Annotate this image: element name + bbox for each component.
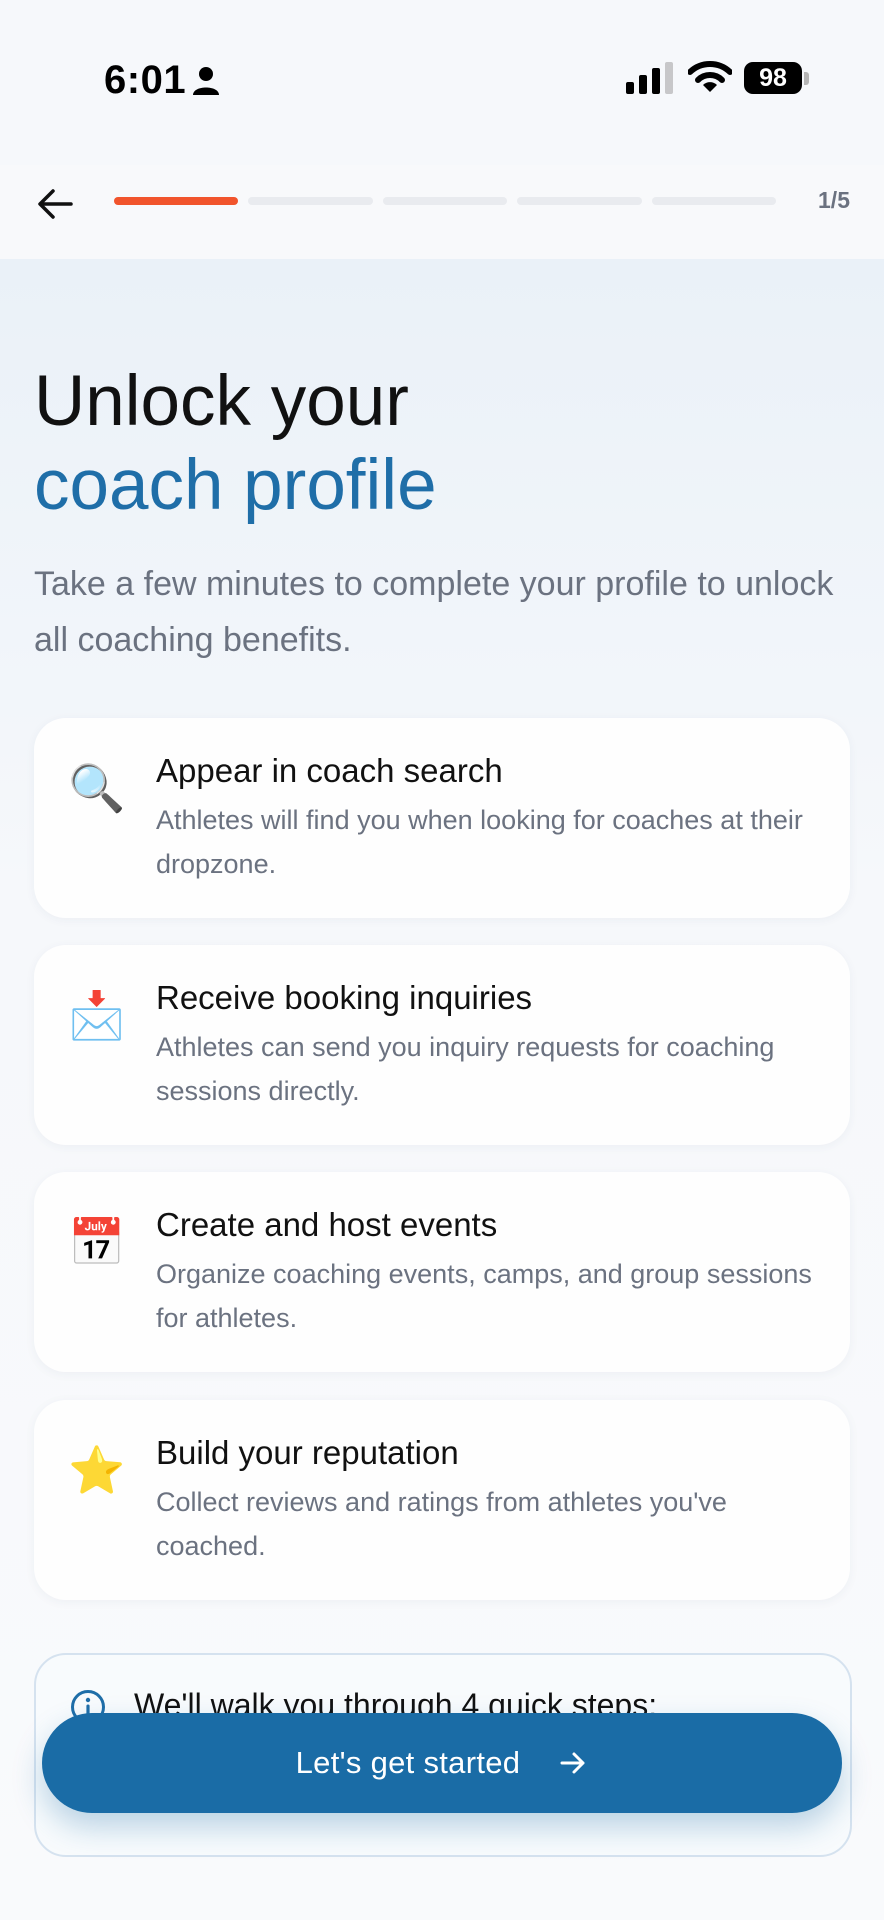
- benefit-description: Organize coaching events, camps, and gro…: [156, 1259, 812, 1333]
- person-icon: [193, 67, 219, 95]
- status-bar: 6:01 98: [0, 0, 884, 165]
- page-title-line1: Unlock your: [34, 362, 409, 441]
- cellular-signal-icon: [626, 62, 673, 94]
- benefit-card-search: 🔍 Appear in coach search Athletes will f…: [34, 718, 850, 918]
- benefit-description: Collect reviews and ratings from athlete…: [156, 1487, 727, 1561]
- arrow-right-icon: [560, 1752, 585, 1774]
- benefit-card-reputation: ⭐ Build your reputation Collect reviews …: [34, 1400, 850, 1600]
- back-button[interactable]: [30, 179, 80, 229]
- page-title-line2: coach profile: [34, 446, 437, 525]
- get-started-label: Let's get started: [295, 1745, 521, 1780]
- wifi-icon: [688, 61, 732, 92]
- benefit-title: Build your reputation: [156, 1434, 459, 1471]
- envelope-icon: 📩: [68, 989, 126, 1041]
- progress-segment-1: [114, 197, 239, 205]
- benefit-description: Athletes will find you when looking for …: [156, 805, 803, 879]
- page-subtitle: Take a few minutes to complete your prof…: [34, 565, 834, 659]
- battery-icon: 98: [744, 62, 810, 96]
- progress-segment-5: [651, 197, 777, 205]
- benefit-card-events: 📅 Create and host events Organize coachi…: [34, 1172, 850, 1372]
- battery-cap: [804, 72, 809, 85]
- benefit-title: Receive booking inquiries: [156, 979, 533, 1016]
- onboarding-header: 1/5: [0, 165, 884, 259]
- magnifying-glass-icon: 🔍: [68, 762, 126, 814]
- get-started-button[interactable]: Let's get started: [42, 1713, 842, 1813]
- star-icon: ⭐: [68, 1444, 126, 1496]
- progress-bar: [114, 197, 777, 205]
- benefit-description: Athletes can send you inquiry requests f…: [156, 1032, 775, 1106]
- progress-segment-3: [382, 197, 508, 205]
- benefit-card-inquiries: 📩 Receive booking inquiries Athletes can…: [34, 945, 850, 1145]
- battery-level: 98: [744, 62, 802, 94]
- benefit-title: Appear in coach search: [156, 752, 503, 789]
- progress-segment-2: [248, 197, 373, 205]
- benefit-title: Create and host events: [156, 1206, 498, 1243]
- arrow-left-icon: [38, 189, 73, 219]
- calendar-icon: 📅: [68, 1216, 126, 1268]
- status-time: 6:01: [104, 58, 187, 102]
- progress-segment-4: [517, 197, 642, 205]
- step-counter: 1/5: [818, 187, 850, 213]
- page-title: Unlock your coach profile: [34, 360, 437, 528]
